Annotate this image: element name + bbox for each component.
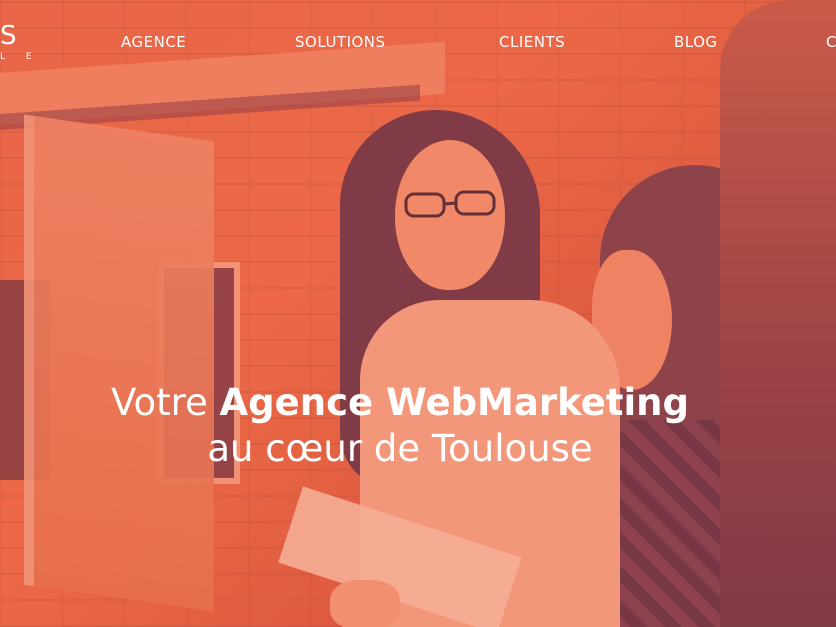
- nav-item-solutions[interactable]: SOLUTIONS: [295, 33, 386, 51]
- nav-item-blog[interactable]: BLOG: [674, 33, 718, 51]
- nav-item-agence[interactable]: AGENCE: [121, 33, 186, 51]
- nav-item-contact[interactable]: C: [826, 33, 836, 51]
- color-overlay: [0, 0, 836, 627]
- hero-background: [0, 0, 836, 627]
- headline-line-two: au cœur de Toulouse: [207, 427, 593, 470]
- nav-item-clients[interactable]: CLIENTS: [499, 33, 565, 51]
- headline-prefix: Votre: [111, 381, 208, 424]
- hero-headline: Votre Agence WebMarketing au cœur de Tou…: [0, 380, 800, 472]
- main-nav: AGENCE SOLUTIONS CLIENTS BLOG C: [0, 0, 836, 80]
- headline-line-one: Votre Agence WebMarketing: [0, 380, 800, 426]
- headline-bold: Agence WebMarketing: [219, 381, 689, 424]
